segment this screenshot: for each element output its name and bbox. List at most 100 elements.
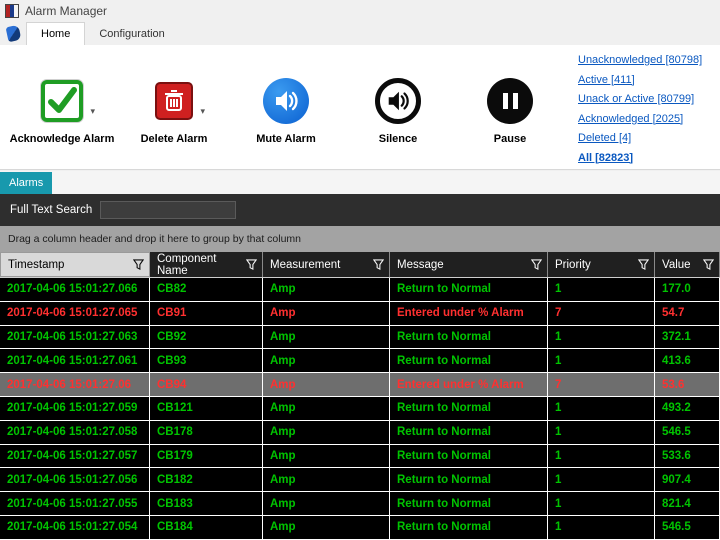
table-row[interactable]: 2017-04-06 15:01:27.057 CB179 Amp Return… (0, 445, 720, 469)
cell-component: CB93 (150, 349, 263, 372)
link-all[interactable]: All [82823] (578, 149, 714, 169)
title-bar: Alarm Manager (0, 0, 720, 22)
group-by-bar[interactable]: Drag a column header and drop it here to… (0, 226, 720, 252)
silence-speaker-icon (375, 78, 421, 124)
column-header-value[interactable]: Value (655, 252, 720, 277)
cell-timestamp: 2017-04-06 15:01:27.057 (0, 445, 150, 468)
cell-value: 177.0 (655, 278, 720, 301)
app-icon (5, 4, 19, 18)
cell-priority: 1 (548, 326, 655, 349)
cell-message: Return to Normal (390, 349, 548, 372)
cell-message: Return to Normal (390, 326, 548, 349)
cell-measurement: Amp (263, 373, 390, 396)
cell-measurement: Amp (263, 492, 390, 515)
cell-priority: 1 (548, 516, 655, 539)
delete-dropdown-arrow[interactable]: ▾ (200, 106, 205, 117)
link-unack-or-active[interactable]: Unack or Active [80799] (578, 90, 714, 110)
cell-message: Return to Normal (390, 516, 548, 539)
cell-measurement: Amp (263, 516, 390, 539)
cell-component: CB183 (150, 492, 263, 515)
acknowledge-dropdown-arrow[interactable]: ▾ (90, 106, 95, 117)
table-row[interactable]: 2017-04-06 15:01:27.054 CB184 Amp Return… (0, 516, 720, 540)
tab-alarms[interactable]: Alarms (0, 172, 52, 194)
filter-icon[interactable] (373, 259, 384, 270)
cell-timestamp: 2017-04-06 15:01:27.065 (0, 302, 150, 325)
cell-timestamp: 2017-04-06 15:01:27.059 (0, 397, 150, 420)
tab-configuration[interactable]: Configuration (85, 22, 178, 45)
cell-component: CB121 (150, 397, 263, 420)
column-header-component-name[interactable]: Component Name (150, 252, 263, 277)
tab-home[interactable]: Home (26, 22, 85, 45)
table-row[interactable]: 2017-04-06 15:01:27.06 CB94 Amp Entered … (0, 373, 720, 397)
pause-button[interactable]: Pause (454, 55, 566, 145)
link-deleted[interactable]: Deleted [4] (578, 129, 714, 149)
ribbon-body: ▾ Acknowledge Alarm (0, 45, 720, 170)
cell-timestamp: 2017-04-06 15:01:27.056 (0, 468, 150, 491)
cell-priority: 1 (548, 349, 655, 372)
cell-value: 907.4 (655, 468, 720, 491)
view-links: Unacknowledged [80798] Active [411] Unac… (578, 51, 714, 168)
column-header-measurement[interactable]: Measurement (263, 252, 390, 277)
cell-priority: 1 (548, 445, 655, 468)
cell-component: CB178 (150, 421, 263, 444)
filter-icon[interactable] (638, 259, 649, 270)
cell-priority: 1 (548, 278, 655, 301)
filter-icon[interactable] (133, 259, 144, 270)
cell-component: CB184 (150, 516, 263, 539)
cell-message: Return to Normal (390, 492, 548, 515)
cell-message: Entered under % Alarm (390, 302, 548, 325)
cell-priority: 7 (548, 373, 655, 396)
table-row[interactable]: 2017-04-06 15:01:27.055 CB183 Amp Return… (0, 492, 720, 516)
column-header-message[interactable]: Message (390, 252, 548, 277)
cell-value: 546.5 (655, 421, 720, 444)
table-row[interactable]: 2017-04-06 15:01:27.065 CB91 Amp Entered… (0, 302, 720, 326)
toolbar: ▾ Acknowledge Alarm (6, 55, 566, 145)
column-header-priority[interactable]: Priority (548, 252, 655, 277)
cell-priority: 1 (548, 397, 655, 420)
alarm-manager-window: Alarm Manager Home Configuration ▾ Ackno… (0, 0, 720, 540)
table-row[interactable]: 2017-04-06 15:01:27.066 CB82 Amp Return … (0, 278, 720, 302)
app-logo-icon (5, 25, 21, 42)
app-menu-button[interactable] (0, 22, 26, 45)
mute-alarm-button[interactable]: Mute Alarm (230, 55, 342, 145)
cell-value: 372.1 (655, 326, 720, 349)
link-unacknowledged[interactable]: Unacknowledged [80798] (578, 51, 714, 71)
delete-alarm-button[interactable]: ▾ Delete Alarm (118, 55, 230, 145)
table-row[interactable]: 2017-04-06 15:01:27.061 CB93 Amp Return … (0, 349, 720, 373)
cell-timestamp: 2017-04-06 15:01:27.06 (0, 373, 150, 396)
search-bar: Full Text Search (0, 194, 720, 226)
silence-button[interactable]: Silence (342, 55, 454, 145)
table-row[interactable]: 2017-04-06 15:01:27.058 CB178 Amp Return… (0, 421, 720, 445)
cell-measurement: Amp (263, 349, 390, 372)
filter-icon[interactable] (531, 259, 542, 270)
cell-value: 821.4 (655, 492, 720, 515)
cell-priority: 7 (548, 302, 655, 325)
column-header-timestamp[interactable]: Timestamp (0, 252, 150, 277)
alarms-panel: Full Text Search Drag a column header an… (0, 194, 720, 540)
acknowledge-check-icon (41, 80, 83, 122)
cell-component: CB92 (150, 326, 263, 349)
cell-value: 546.5 (655, 516, 720, 539)
link-active[interactable]: Active [411] (578, 71, 714, 91)
cell-priority: 1 (548, 421, 655, 444)
acknowledge-alarm-button[interactable]: ▾ Acknowledge Alarm (6, 55, 118, 145)
table-row[interactable]: 2017-04-06 15:01:27.056 CB182 Amp Return… (0, 468, 720, 492)
alarm-rows: 2017-04-06 15:01:27.066 CB82 Amp Return … (0, 278, 720, 540)
filter-icon[interactable] (703, 259, 714, 270)
window-title: Alarm Manager (25, 4, 107, 18)
cell-component: CB182 (150, 468, 263, 491)
table-header-row: Timestamp Component Name Measurement Mes… (0, 252, 720, 278)
cell-value: 493.2 (655, 397, 720, 420)
filter-icon[interactable] (246, 259, 257, 270)
cell-component: CB91 (150, 302, 263, 325)
cell-message: Return to Normal (390, 445, 548, 468)
cell-timestamp: 2017-04-06 15:01:27.063 (0, 326, 150, 349)
full-text-search-input[interactable] (100, 201, 236, 219)
link-acknowledged[interactable]: Acknowledged [2025] (578, 110, 714, 130)
cell-measurement: Amp (263, 468, 390, 491)
cell-timestamp: 2017-04-06 15:01:27.054 (0, 516, 150, 539)
cell-measurement: Amp (263, 445, 390, 468)
cell-component: CB179 (150, 445, 263, 468)
table-row[interactable]: 2017-04-06 15:01:27.059 CB121 Amp Return… (0, 397, 720, 421)
table-row[interactable]: 2017-04-06 15:01:27.063 CB92 Amp Return … (0, 326, 720, 350)
